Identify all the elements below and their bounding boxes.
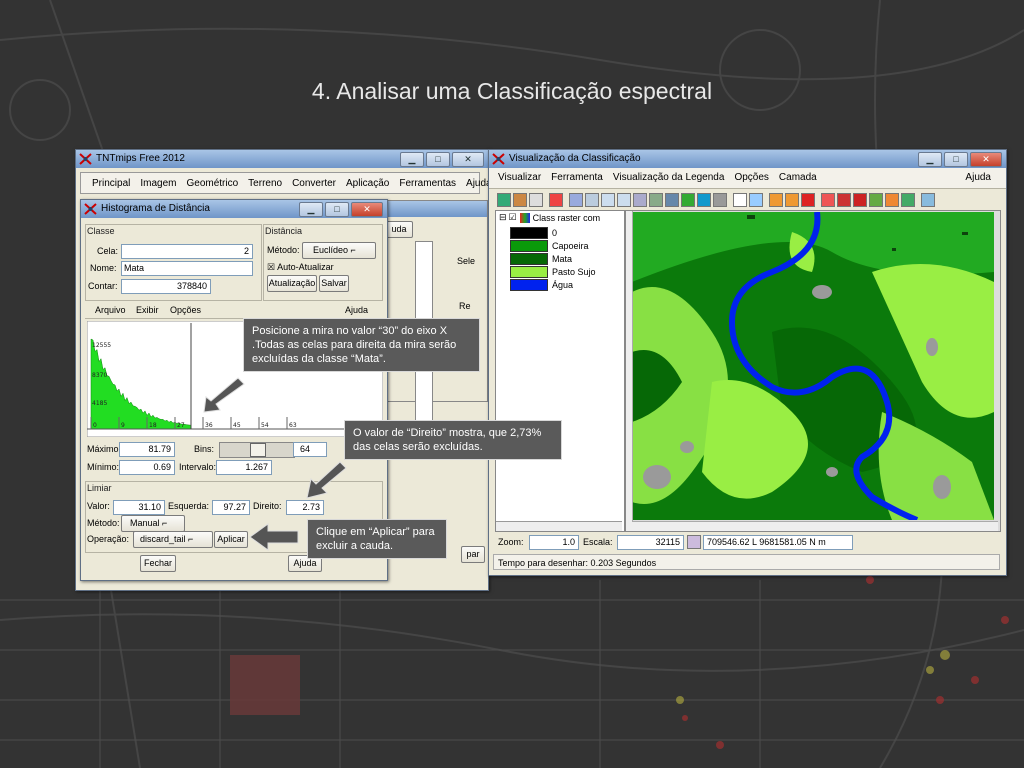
arrow-to-direito xyxy=(306,461,347,499)
callout-arrows xyxy=(203,377,347,551)
arrow-to-aplicar xyxy=(249,523,299,551)
arrow-to-crosshair xyxy=(203,377,245,413)
